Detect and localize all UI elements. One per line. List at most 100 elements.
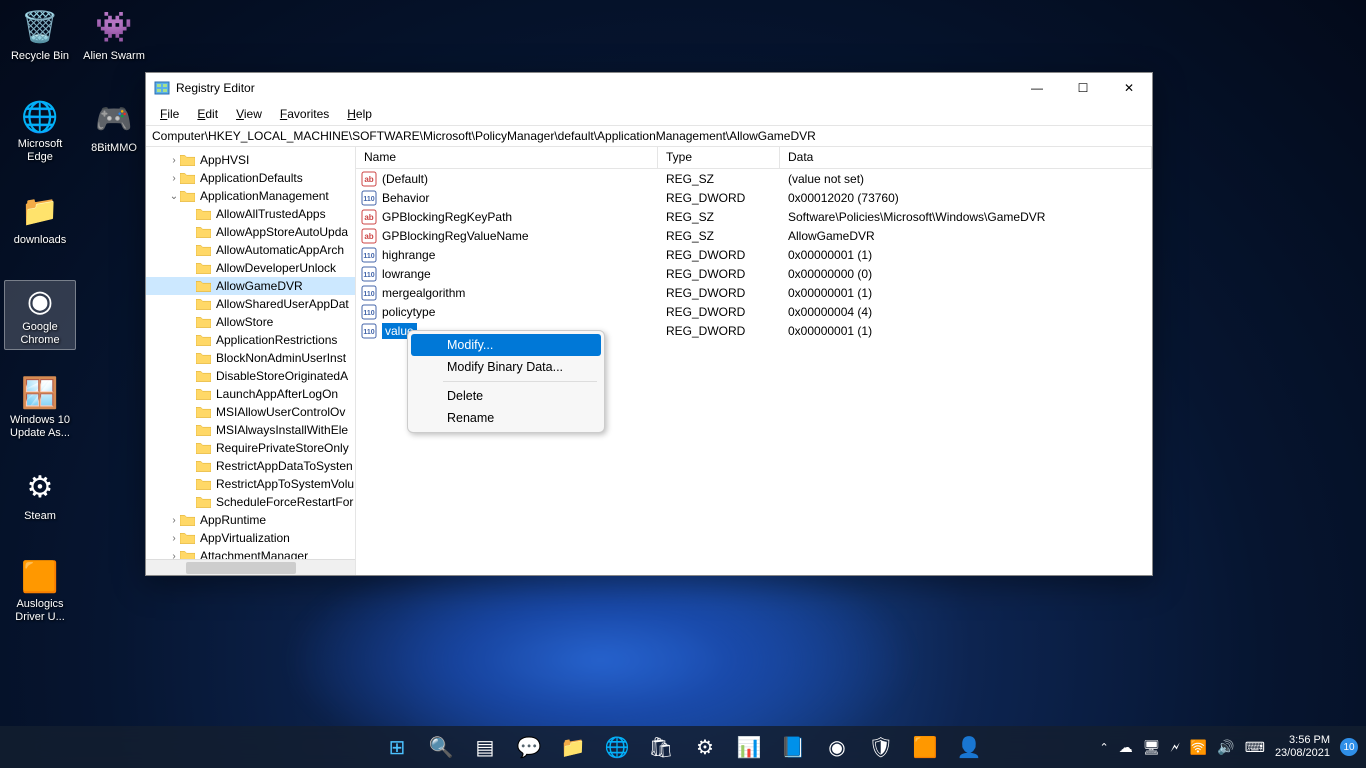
desktop-icon-win10update[interactable]: 🪟Windows 10 Update As... (4, 372, 76, 442)
tree-node[interactable]: BlockNonAdminUserInst (146, 349, 355, 367)
tree-expand-icon[interactable]: › (168, 515, 180, 526)
value-row[interactable]: 110lowrangeREG_DWORD0x00000000 (0) (356, 264, 1152, 283)
desktop-icon-chrome[interactable]: ◉Google Chrome (4, 280, 76, 350)
folder-icon (196, 225, 212, 239)
value-row[interactable]: abGPBlockingRegValueNameREG_SZAllowGameD… (356, 226, 1152, 245)
tree-node[interactable]: AllowSharedUserAppDat (146, 295, 355, 313)
col-header-name[interactable]: Name (356, 147, 658, 168)
tree-hscroll-thumb[interactable] (186, 562, 296, 574)
menu-favorites[interactable]: Favorites (272, 105, 337, 123)
folder-icon (196, 369, 212, 383)
taskbar-app3[interactable]: 👤 (950, 728, 988, 766)
taskbar-clock[interactable]: 3:56 PM 23/08/2021 (1275, 734, 1330, 760)
tree-node[interactable]: ›AppVirtualization (146, 529, 355, 547)
desktop-icon-8bitmmo[interactable]: 🎮8BitMMO (78, 96, 150, 166)
taskbar-store[interactable]: 🛍 (642, 728, 680, 766)
tree-node[interactable]: LaunchAppAfterLogOn (146, 385, 355, 403)
close-button[interactable]: ✕ (1106, 73, 1152, 103)
taskbar-chat[interactable]: 💬 (510, 728, 548, 766)
tree-node[interactable]: AllowStore (146, 313, 355, 331)
taskbar-start[interactable]: ⊞ (378, 728, 416, 766)
desktop-icon-recycle-bin[interactable]: 🗑️Recycle Bin (4, 4, 76, 74)
edge-icon: 🌐 (19, 98, 61, 136)
taskbar-edge[interactable]: 🌐 (598, 728, 636, 766)
tree-node[interactable]: AllowAppStoreAutoUpda (146, 223, 355, 241)
context-item-modify[interactable]: Modify... (411, 334, 601, 356)
tree-node[interactable]: ›AppHVSI (146, 151, 355, 169)
tray-icon-4[interactable]: 🔊 (1217, 739, 1234, 756)
value-row[interactable]: 110highrangeREG_DWORD0x00000001 (1) (356, 245, 1152, 264)
taskbar-security[interactable]: 🛡 (862, 728, 900, 766)
desktop-icons-col2: 👾Alien Swarm 🎮8BitMMO (78, 4, 150, 188)
maximize-button[interactable]: ☐ (1060, 73, 1106, 103)
tree-node[interactable]: ›AppRuntime (146, 511, 355, 529)
tree-label: AllowAppStoreAutoUpda (216, 225, 348, 239)
tree-node[interactable]: RestrictAppToSystemVolu (146, 475, 355, 493)
tree-node[interactable]: MSIAllowUserControlOv (146, 403, 355, 421)
taskbar-taskview[interactable]: ▤ (466, 728, 504, 766)
menu-edit[interactable]: Edit (189, 105, 226, 123)
minimize-button[interactable]: — (1014, 73, 1060, 103)
alien-swarm-icon: 👾 (93, 6, 135, 48)
tree-hscrollbar[interactable] (146, 559, 355, 575)
context-item-delete[interactable]: Delete (411, 385, 601, 407)
tree-expand-icon[interactable]: ⌄ (168, 191, 180, 202)
tray-icon-3[interactable]: 🛜 (1190, 739, 1207, 756)
tree-node[interactable]: ⌄ApplicationManagement (146, 187, 355, 205)
taskbar-chrome[interactable]: ◉ (818, 728, 856, 766)
address-text: Computer\HKEY_LOCAL_MACHINE\SOFTWARE\Mic… (152, 129, 816, 143)
context-item-rename[interactable]: Rename (411, 407, 601, 429)
taskbar-search[interactable]: 🔍 (422, 728, 460, 766)
value-row[interactable]: 110policytypeREG_DWORD0x00000004 (4) (356, 302, 1152, 321)
tree-node[interactable]: MSIAlwaysInstallWithEle (146, 421, 355, 439)
tree-node[interactable]: AllowGameDVR (146, 277, 355, 295)
tree-node[interactable]: RestrictAppDataToSysten (146, 457, 355, 475)
tray-icon-2[interactable]: 🗲 (1171, 739, 1180, 756)
value-row[interactable]: ab(Default)REG_SZ(value not set) (356, 169, 1152, 188)
tree-node[interactable]: ScheduleForceRestartFor (146, 493, 355, 511)
value-row[interactable]: abGPBlockingRegKeyPathREG_SZSoftware\Pol… (356, 207, 1152, 226)
registry-tree[interactable]: ›AppHVSI›ApplicationDefaults⌄Application… (146, 147, 356, 575)
desktop-icon-steam[interactable]: ⚙Steam (4, 464, 76, 534)
taskbar-app1[interactable]: 📊 (730, 728, 768, 766)
titlebar[interactable]: Registry Editor — ☐ ✕ (146, 73, 1152, 103)
tree-node[interactable]: ApplicationRestrictions (146, 331, 355, 349)
tray-icon-5[interactable]: ⌨ (1245, 739, 1265, 756)
taskbar-explorer[interactable]: 📁 (554, 728, 592, 766)
tree-label: ApplicationDefaults (200, 171, 303, 185)
value-row[interactable]: 110BehaviorREG_DWORD0x00012020 (73760) (356, 188, 1152, 207)
desktop-icon-label: Windows 10 Update As... (6, 414, 74, 440)
tree-node[interactable]: AllowAllTrustedApps (146, 205, 355, 223)
tray-icon-0[interactable]: ☁ (1119, 739, 1133, 756)
tree-label: AllowAutomaticAppArch (216, 243, 344, 257)
desktop-icon-edge[interactable]: 🌐Microsoft Edge (4, 96, 76, 166)
tree-node[interactable]: › ApplicationDefaults (146, 169, 355, 187)
taskbar-app2[interactable]: 🟧 (906, 728, 944, 766)
desktop-icon-auslogics[interactable]: 🟧Auslogics Driver U... (4, 556, 76, 626)
col-header-data[interactable]: Data (780, 147, 1152, 168)
tree-expand-icon[interactable]: › (168, 173, 180, 184)
menu-help[interactable]: Help (339, 105, 380, 123)
list-header[interactable]: Name Type Data (356, 147, 1152, 169)
tray-chevron-icon[interactable]: ⌃ (1100, 741, 1109, 754)
tree-node[interactable]: AllowAutomaticAppArch (146, 241, 355, 259)
taskbar-settings[interactable]: ⚙ (686, 728, 724, 766)
desktop-icon-alien-swarm[interactable]: 👾Alien Swarm (78, 4, 150, 74)
tree-expand-icon[interactable]: › (168, 155, 180, 166)
menu-file[interactable]: File (152, 105, 187, 123)
value-row[interactable]: 110mergealgorithmREG_DWORD0x00000001 (1) (356, 283, 1152, 302)
folder-icon (196, 279, 212, 293)
taskbar-word[interactable]: 📘 (774, 728, 812, 766)
address-bar[interactable]: Computer\HKEY_LOCAL_MACHINE\SOFTWARE\Mic… (146, 125, 1152, 147)
dword-icon: 110 (360, 247, 378, 263)
tray-icon-1[interactable]: 🖥 (1143, 739, 1161, 756)
tree-expand-icon[interactable]: › (168, 533, 180, 544)
tree-node[interactable]: RequirePrivateStoreOnly (146, 439, 355, 457)
context-item-modify-binary-data[interactable]: Modify Binary Data... (411, 356, 601, 378)
menu-view[interactable]: View (228, 105, 270, 123)
tree-node[interactable]: AllowDeveloperUnlock (146, 259, 355, 277)
notification-badge[interactable]: 10 (1340, 738, 1358, 756)
col-header-type[interactable]: Type (658, 147, 780, 168)
tree-node[interactable]: DisableStoreOriginatedA (146, 367, 355, 385)
desktop-icon-downloads[interactable]: 📁downloads (4, 188, 76, 258)
